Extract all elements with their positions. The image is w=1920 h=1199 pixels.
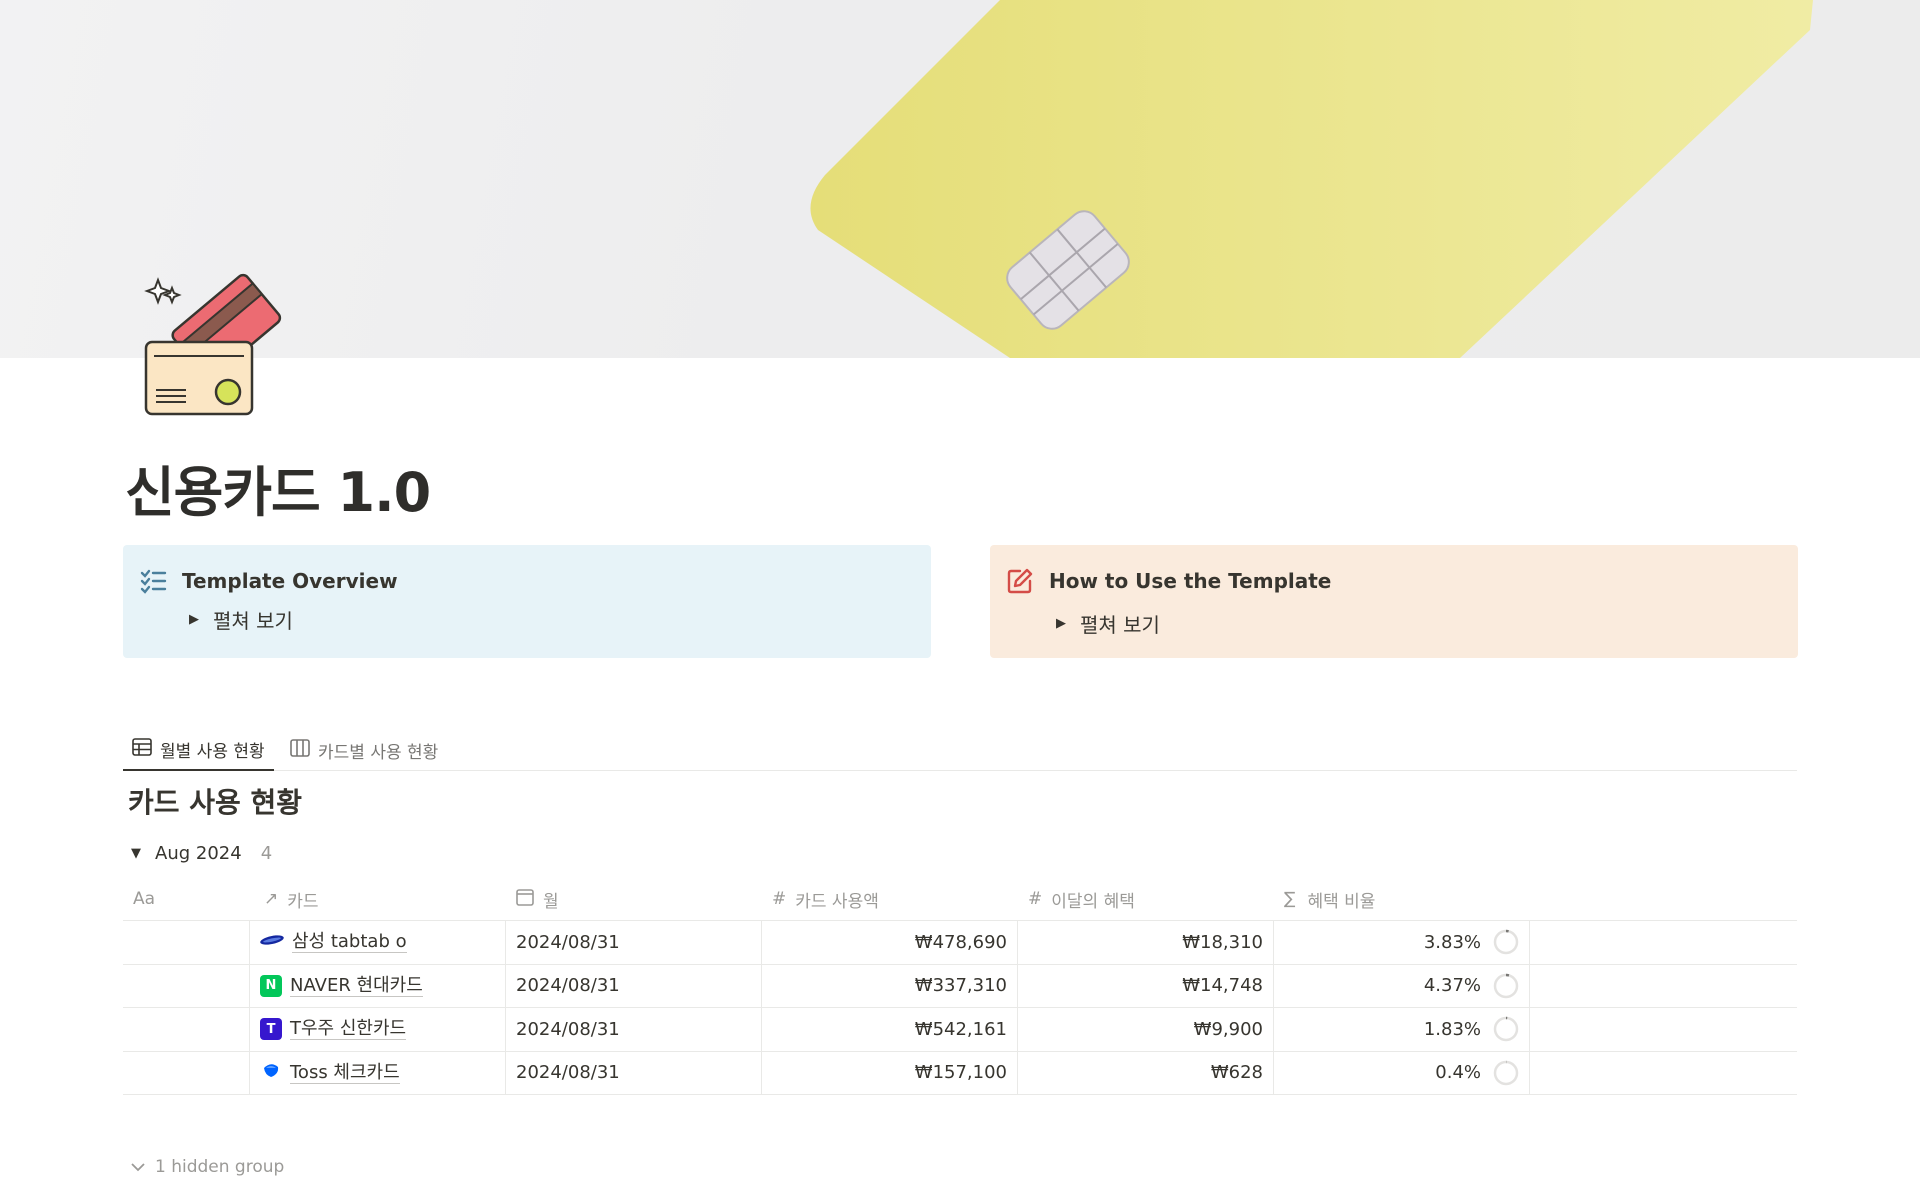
ratio-value: 3.83% [1423,931,1481,953]
calendar-icon [516,888,534,911]
column-header-spend[interactable]: # 카드 사용액 [762,878,1018,920]
tab-monthly-usage[interactable]: 월별 사용 현황 [123,730,274,771]
column-header-benefit[interactable]: # 이달의 혜택 [1018,878,1274,920]
text-property-icon: Aa [133,889,156,909]
ratio-cell[interactable]: 1.83% [1274,1008,1530,1051]
template-overview-callout: Template Overview ▶ 펼쳐 보기 [123,545,931,658]
progress-ring-icon [1493,1060,1519,1085]
card-cell[interactable]: N NAVER 현대카드 [250,964,506,1007]
tab-label: 카드별 사용 현황 [318,743,439,763]
name-cell[interactable] [123,921,250,964]
spend-cell[interactable]: ₩542,161 [762,1008,1018,1051]
ratio-value: 1.83% [1423,1018,1481,1040]
group-count: 4 [260,843,273,864]
card-usage-table: Aa ↗ 카드 월 # 카드 사용액 # 이달의 혜택 ∑ 혜택 비율 삼성 t… [123,878,1797,1095]
callout-title: Template Overview [182,569,398,593]
expand-toggle[interactable]: ▶ 펼쳐 보기 [189,605,293,634]
board-icon [290,739,310,762]
name-cell[interactable] [123,1008,250,1051]
ratio-cell[interactable]: 3.83% [1274,921,1530,964]
table-header: Aa ↗ 카드 월 # 카드 사용액 # 이달의 혜택 ∑ 혜택 비율 [123,878,1797,921]
card-name[interactable]: T우주 신한카드 [290,1018,407,1041]
hidden-groups-label: 1 hidden group [155,1157,285,1177]
triangle-right-icon[interactable]: ▶ [189,612,199,627]
month-cell[interactable]: 2024/08/31 [506,1051,762,1094]
table-row[interactable]: 삼성 tabtab o 2024/08/31 ₩478,690 ₩18,310 … [123,921,1797,965]
edit-icon[interactable] [1006,567,1034,595]
table-row[interactable]: T T우주 신한카드 2024/08/31 ₩542,161 ₩9,900 1.… [123,1008,1797,1052]
column-header-ratio[interactable]: ∑ 혜택 비율 [1274,878,1530,920]
tab-label: 월별 사용 현황 [160,742,265,762]
card-cell[interactable]: T T우주 신한카드 [250,1008,506,1051]
t-universe-logo-icon: T [260,1018,282,1041]
column-label: 혜택 비율 [1307,891,1376,912]
ratio-cell[interactable]: 0.4% [1274,1051,1530,1094]
ratio-value: 4.37% [1423,975,1481,997]
database-view-tabs: 월별 사용 현황 카드별 사용 현황 [123,730,1797,771]
spend-cell[interactable]: ₩337,310 [762,964,1018,1007]
naver-logo-icon: N [260,974,282,997]
card-name[interactable]: NAVER 현대카드 [290,975,423,997]
card-cell[interactable]: Toss 체크카드 [250,1051,506,1094]
group-label: Aug 2024 [155,843,242,864]
hidden-groups-toggle[interactable]: 1 hidden group [131,1157,284,1177]
toss-logo-icon [260,1059,282,1086]
empty-cell [1530,1052,1797,1095]
callout-title: How to Use the Template [1049,569,1332,593]
empty-cell [1530,921,1797,964]
sparkle-icon [144,277,182,305]
card-name[interactable]: Toss 체크카드 [290,1062,400,1084]
triangle-down-icon[interactable]: ▼ [131,846,141,861]
name-cell[interactable] [123,1051,250,1094]
empty-cell [1530,965,1797,1008]
benefit-cell[interactable]: ₩14,748 [1018,964,1274,1007]
column-header-card[interactable]: ↗ 카드 [250,878,506,920]
progress-ring-icon [1493,930,1519,955]
month-cell[interactable]: 2024/08/31 [506,964,762,1007]
formula-icon: ∑ [1284,889,1296,909]
column-label: 카드 사용액 [795,891,879,912]
column-label: 이달의 혜택 [1051,891,1135,912]
number-property-icon: # [1028,889,1043,909]
samsung-logo-icon [260,929,284,956]
toggle-label[interactable]: 펼쳐 보기 [1080,609,1160,638]
month-cell[interactable]: 2024/08/31 [506,921,762,964]
card-name[interactable]: 삼성 tabtab o [292,931,407,954]
expand-toggle[interactable]: ▶ 펼쳐 보기 [1056,609,1160,638]
column-header-name[interactable]: Aa [123,878,250,920]
page-title[interactable]: 신용카드 1.0 [125,448,431,527]
checklist-icon[interactable] [139,567,167,595]
toggle-label[interactable]: 펼쳐 보기 [213,605,293,634]
benefit-cell[interactable]: ₩18,310 [1018,921,1274,964]
progress-ring-icon [1493,973,1519,998]
spend-cell[interactable]: ₩478,690 [762,921,1018,964]
spend-cell[interactable]: ₩157,100 [762,1051,1018,1094]
table-row[interactable]: Toss 체크카드 2024/08/31 ₩157,100 ₩628 0.4% [123,1051,1797,1095]
number-property-icon: # [772,889,787,909]
benefit-cell[interactable]: ₩628 [1018,1051,1274,1094]
column-label: 월 [543,891,559,912]
database-title[interactable]: 카드 사용 현황 [128,781,302,821]
column-header-empty [1530,878,1797,920]
card-cell[interactable]: 삼성 tabtab o [250,921,506,964]
credit-card-page-icon[interactable] [140,270,290,420]
column-header-month[interactable]: 월 [506,878,762,920]
group-header-aug-2024[interactable]: ▼ Aug 2024 4 [131,843,272,864]
table-icon [132,738,152,761]
name-cell[interactable] [123,964,250,1007]
ratio-value: 0.4% [1435,1062,1481,1084]
how-to-use-callout: How to Use the Template ▶ 펼쳐 보기 [990,545,1798,658]
empty-cell [1530,1008,1797,1051]
benefit-cell[interactable]: ₩9,900 [1018,1008,1274,1051]
month-cell[interactable]: 2024/08/31 [506,1008,762,1051]
tab-card-usage[interactable]: 카드별 사용 현황 [281,730,447,771]
triangle-right-icon[interactable]: ▶ [1056,616,1066,631]
chevron-down-icon [131,1157,145,1177]
relation-icon: ↗ [264,889,279,909]
progress-ring-icon [1493,1017,1519,1042]
table-row[interactable]: N NAVER 현대카드 2024/08/31 ₩337,310 ₩14,748… [123,964,1797,1008]
column-label: 카드 [287,891,319,912]
ratio-cell[interactable]: 4.37% [1274,964,1530,1007]
